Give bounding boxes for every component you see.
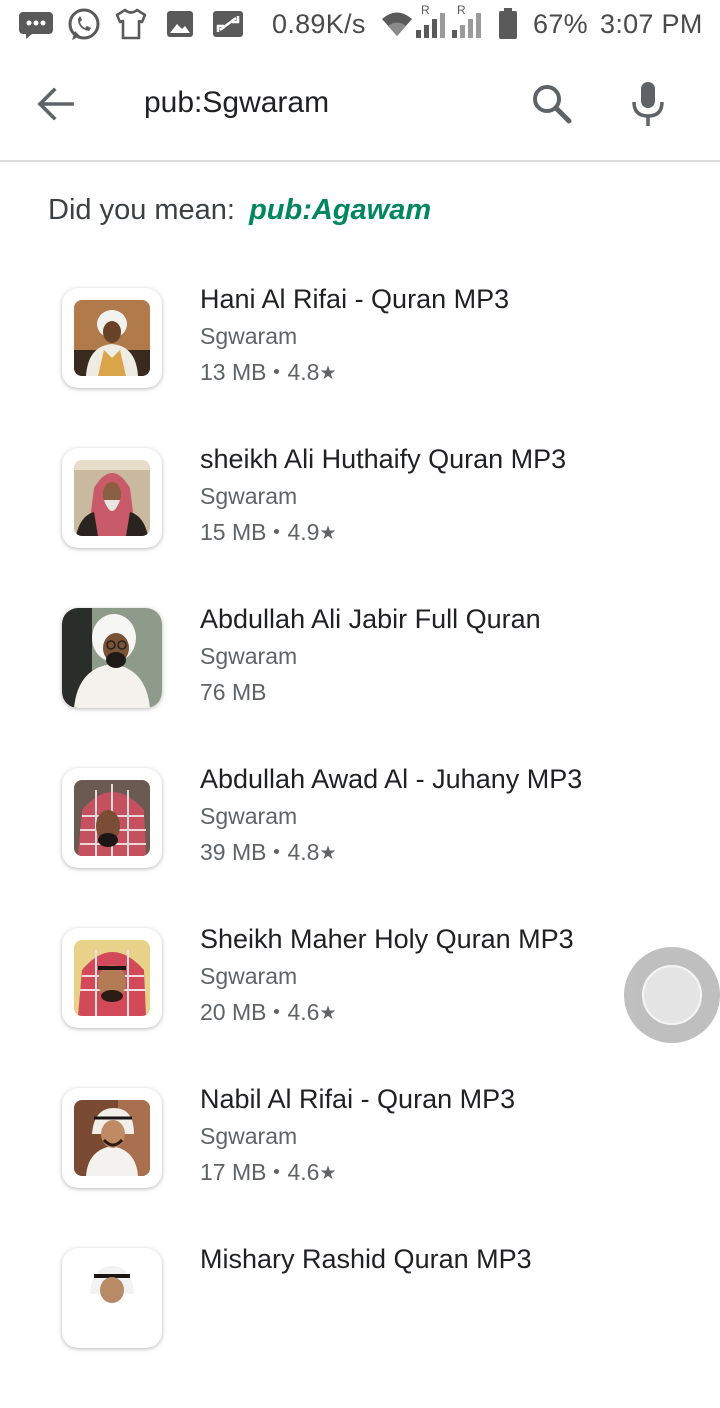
clock: 3:07 PM [600,9,703,39]
did-you-mean-label: Did you mean: [48,194,235,226]
app-size: 17 MB [200,1159,267,1185]
separator-dot [274,369,280,375]
suggestion-link[interactable]: pub:Agawam [249,194,431,226]
message-icon [19,12,53,39]
battery-icon [499,8,517,39]
assistive-touch-button[interactable] [624,947,720,1043]
app-title: Nabil Al Rifai - Quran MP3 [200,1084,516,1114]
app-meta: 39 MB 4.8★ [200,839,337,866]
app-meta: 20 MB 4.6★ [200,999,337,1026]
app-size: 76 MB [200,679,267,705]
status-bar: 0.89K/s R R 67% 3:07 PM [0,0,720,50]
microphone-icon[interactable] [628,80,668,128]
app-list-item[interactable]: Mishary Rashid Quran MP3 [0,1244,720,1408]
network-speed: 0.89K/s [272,9,366,39]
app-icon [62,768,162,868]
app-list-item[interactable]: Abdullah Ali Jabir Full Quran Sgwaram 76… [0,604,720,768]
search-input[interactable]: pub:Sgwaram [144,86,329,120]
app-list-item[interactable]: Nabil Al Rifai - Quran MP3 Sgwaram 17 MB… [0,1084,720,1248]
did-you-mean: Did you mean: pub:Agawam [48,194,431,227]
signal-icon [416,13,445,38]
app-developer: Sgwaram [200,483,298,509]
whatsapp-icon [68,8,100,40]
separator-dot [274,849,280,855]
app-meta: 15 MB 4.9★ [200,519,337,546]
app-meta: 17 MB 4.6★ [200,1159,337,1186]
app-developer: Sgwaram [200,643,298,669]
separator-dot [274,1169,280,1175]
star-icon: ★ [319,523,337,544]
back-arrow-icon[interactable] [34,82,78,126]
app-title: Abdullah Awad Al - Juhany MP3 [200,764,583,794]
wifi-icon [382,12,412,36]
star-icon: ★ [319,363,337,384]
app-title: Sheikh Maher Holy Quran MP3 [200,924,574,954]
assistive-touch-inner [642,965,702,1025]
app-list-item[interactable]: sheikh Ali Huthaify Quran MP3 Sgwaram 15… [0,444,720,608]
app-meta: 13 MB 4.8★ [200,359,337,386]
tshirt-icon [115,8,147,40]
signal-2-icon [452,13,481,38]
app-icon [62,448,162,548]
app-title: Hani Al Rifai - Quran MP3 [200,284,510,314]
app-rating: 4.6 [287,1159,320,1185]
app-developer: Sgwaram [200,803,298,829]
app-rating: 4.9 [287,519,320,545]
star-icon: ★ [319,1163,337,1184]
app-list-item[interactable]: Hani Al Rifai - Quran MP3 Sgwaram 13 MB 4… [0,284,720,448]
app-developer: Sgwaram [200,1123,298,1149]
app-list-item[interactable]: Abdullah Awad Al - Juhany MP3 Sgwaram 39… [0,764,720,928]
app-title: Mishary Rashid Quran MP3 [200,1244,532,1274]
app-icon [62,1088,162,1188]
app-rating: 4.8 [287,359,320,385]
app-icon [62,608,162,708]
separator-dot [274,529,280,535]
app-size: 15 MB [200,519,267,545]
search-icon[interactable] [530,82,574,126]
app-list-item[interactable]: Sheikh Maher Holy Quran MP3 Sgwaram 20 M… [0,924,720,1088]
screenshot-icon [213,11,243,37]
separator-dot [274,1009,280,1015]
app-size: 39 MB [200,839,267,865]
search-bar: pub:Sgwaram [0,50,720,162]
app-size: 20 MB [200,999,267,1025]
app-rating: 4.6 [287,999,320,1025]
app-developer: Sgwaram [200,963,298,989]
app-meta: 76 MB [200,679,266,706]
app-icon [62,1248,162,1348]
app-title: sheikh Ali Huthaify Quran MP3 [200,444,567,474]
star-icon: ★ [319,1003,337,1024]
app-icon [62,288,162,388]
star-icon: ★ [319,843,337,864]
app-size: 13 MB [200,359,267,385]
battery-percent: 67% [533,9,588,39]
app-rating: 4.8 [287,839,320,865]
gallery-icon [167,11,193,37]
app-icon [62,928,162,1028]
app-title: Abdullah Ali Jabir Full Quran [200,604,541,634]
app-developer: Sgwaram [200,323,298,349]
